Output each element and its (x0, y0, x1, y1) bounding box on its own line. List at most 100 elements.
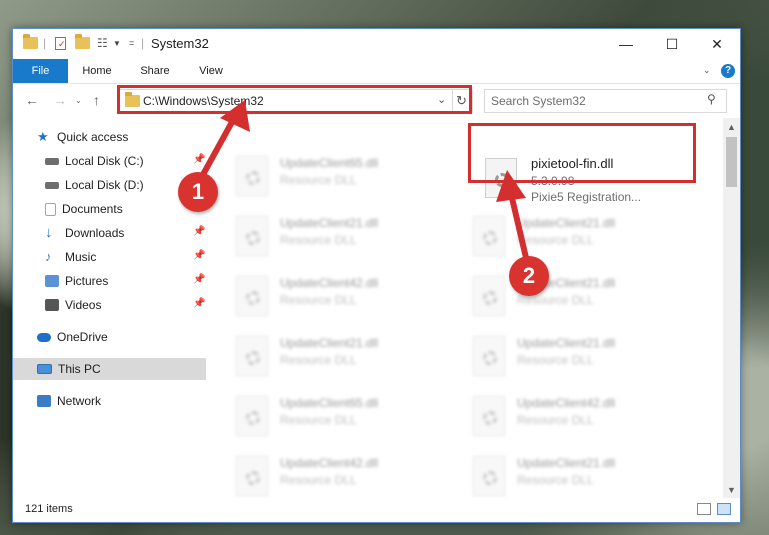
file-type: Resource DLL (280, 173, 357, 187)
item-count: 121 items (25, 503, 73, 515)
file-highlight-box (468, 123, 696, 183)
customize-icon[interactable]: ☷ (97, 35, 108, 51)
sidebar-item-label: Local Disk (D:) (65, 178, 144, 192)
file-name: UpdateClient21.dll (280, 216, 379, 230)
back-arrow-icon[interactable]: ← (25, 92, 39, 108)
scrollbar-thumb[interactable] (726, 137, 737, 187)
file-name: UpdateClient21.dll (517, 216, 616, 230)
file-type: Resource DLL (280, 353, 357, 367)
tab-view[interactable]: View (189, 59, 233, 83)
search-box: ⚲ (484, 89, 727, 113)
sidebar-item-pictures[interactable]: Pictures 📌 (13, 270, 206, 292)
sidebar-item-label: This PC (58, 362, 101, 376)
details-view-icon[interactable] (697, 503, 711, 515)
sidebar-item-label: Pictures (65, 274, 109, 288)
dll-file-icon (236, 336, 268, 376)
cloud-icon (37, 332, 51, 342)
drive-icon (45, 181, 59, 189)
sidebar-item-onedrive[interactable]: OneDrive (13, 326, 206, 348)
file-type: Resource DLL (517, 473, 594, 487)
pin-icon[interactable]: 📌 (193, 298, 205, 309)
list-item[interactable]: UpdateClient42.dll Resource DLL (236, 454, 436, 498)
step-2-badge: 2 (509, 256, 549, 296)
sidebar-item-downloads[interactable]: ↓ Downloads 📌 (13, 222, 206, 244)
window-title: System32 (151, 36, 209, 51)
search-input[interactable] (491, 93, 701, 108)
file-type: Resource DLL (280, 233, 357, 247)
sidebar-item-music[interactable]: ♪ Music 📌 (13, 246, 206, 268)
minimize-button[interactable]: — (603, 29, 649, 59)
new-folder-icon[interactable] (75, 34, 90, 51)
step-1-badge: 1 (178, 172, 218, 212)
file-name: UpdateClient42.dll (280, 276, 379, 290)
dll-file-icon (236, 276, 268, 316)
list-item[interactable]: UpdateClient21.dll Resource DLL (473, 334, 673, 382)
sidebar-item-label: OneDrive (57, 330, 108, 344)
tab-home[interactable]: Home (75, 59, 119, 83)
help-icon[interactable]: ? (721, 64, 735, 78)
dll-file-icon (473, 276, 505, 316)
pin-icon[interactable]: 📌 (193, 250, 205, 261)
list-item[interactable]: UpdateClient65.dll Resource DLL (236, 154, 436, 202)
up-arrow-icon[interactable]: ↑ (93, 92, 100, 108)
recent-locations-icon[interactable]: ⌄ (75, 96, 82, 105)
large-icons-view-icon[interactable] (717, 503, 731, 515)
sidebar-item-videos[interactable]: Videos 📌 (13, 294, 206, 316)
pin-icon[interactable]: 📌 (193, 274, 205, 285)
sidebar-item-quick-access[interactable]: ★ Quick access (13, 126, 206, 148)
list-item[interactable]: UpdateClient21.dll Resource DLL (473, 214, 673, 262)
list-item[interactable]: UpdateClient65.dll Resource DLL (236, 394, 436, 442)
list-item[interactable]: UpdateClient21.dll Resource DLL (236, 334, 436, 382)
sidebar-item-label: Documents (62, 202, 123, 216)
list-item[interactable]: UpdateClient21.dll Resource DLL (473, 274, 673, 322)
sidebar-item-label: Downloads (65, 226, 125, 240)
file-type: Resource DLL (280, 473, 357, 487)
chevron-down-icon[interactable]: ▼ (113, 35, 121, 51)
file-name: UpdateClient21.dll (517, 456, 616, 470)
list-item[interactable]: UpdateClient21.dll Resource DLL (473, 454, 673, 498)
sidebar-item-label: Quick access (57, 130, 129, 144)
tab-file[interactable]: File (13, 59, 68, 83)
file-type: Resource DLL (517, 353, 594, 367)
sidebar-item-label: Music (65, 250, 97, 264)
file-type: Resource DLL (517, 413, 594, 427)
maximize-button[interactable]: ☐ (649, 29, 695, 59)
sidebar-item-label: Videos (65, 298, 102, 312)
file-type: Resource DLL (280, 413, 357, 427)
pictures-icon (45, 275, 59, 287)
tab-share[interactable]: Share (133, 59, 177, 83)
scroll-down-icon[interactable]: ▼ (724, 483, 739, 497)
search-icon[interactable]: ⚲ (707, 92, 716, 106)
sidebar-item-documents[interactable]: Documents 📌 (13, 198, 206, 220)
videos-icon (45, 299, 59, 311)
file-type: Resource DLL (517, 233, 594, 247)
sidebar-item-this-pc[interactable]: This PC (13, 358, 206, 380)
dll-file-icon (473, 396, 505, 436)
list-item[interactable]: UpdateClient42.dll Resource DLL (236, 274, 436, 322)
file-name: UpdateClient42.dll (517, 396, 616, 410)
star-icon: ★ (37, 129, 49, 144)
forward-arrow-icon[interactable]: → (53, 92, 67, 108)
scroll-up-icon[interactable]: ▲ (724, 120, 739, 134)
dll-file-icon (473, 216, 505, 256)
dll-file-icon (473, 456, 505, 496)
ribbon-tabs: File Home Share View ⌄ ? (13, 59, 740, 84)
list-item[interactable]: UpdateClient42.dll Resource DLL (473, 394, 673, 442)
pin-icon[interactable]: 📌 (193, 154, 205, 165)
separator: | (43, 36, 47, 50)
navigation-pane: ★ Quick access Local Disk (C:) 📌 Local D… (13, 118, 206, 498)
dll-file-icon (473, 336, 505, 376)
chevron-down-icon[interactable]: ⌄ (703, 65, 711, 76)
network-icon (37, 395, 51, 407)
pin-icon[interactable]: 📌 (193, 226, 205, 237)
dll-file-icon (236, 396, 268, 436)
sidebar-item-network[interactable]: Network (13, 390, 206, 412)
properties-icon[interactable]: ✓ (55, 35, 66, 51)
dropdown-arrow-icon[interactable]: = (129, 35, 134, 51)
computer-icon (37, 364, 52, 374)
close-button[interactable]: ✕ (694, 29, 740, 59)
dll-file-icon (236, 156, 268, 196)
file-name: UpdateClient42.dll (280, 456, 379, 470)
sidebar-item-local-disk-c[interactable]: Local Disk (C:) 📌 (13, 150, 206, 172)
list-item[interactable]: UpdateClient21.dll Resource DLL (236, 214, 436, 262)
